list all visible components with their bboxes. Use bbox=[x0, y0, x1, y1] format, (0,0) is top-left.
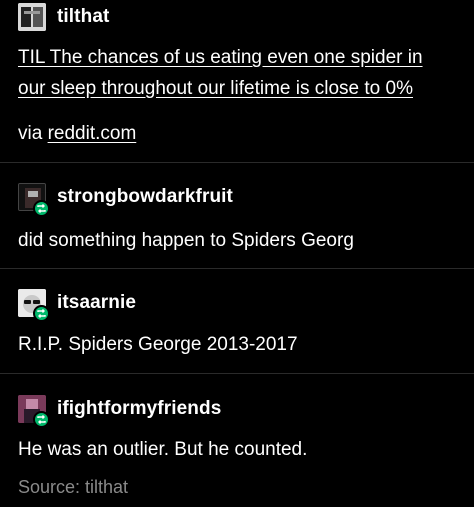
post-tilthat: tilthat TIL The chances of us eating eve… bbox=[0, 0, 474, 163]
via-link[interactable]: reddit.com bbox=[48, 123, 137, 144]
reblog-icon bbox=[33, 305, 50, 322]
post-itsaarnie: itsaarnie R.I.P. Spiders George 2013-201… bbox=[0, 269, 474, 374]
post-title-link[interactable]: TIL The chances of us eating even one sp… bbox=[18, 45, 462, 70]
title-line-2: our sleep throughout our lifetime is clo… bbox=[18, 78, 413, 99]
post-text: did something happen to Spiders Georg bbox=[18, 230, 354, 251]
via-line: via reddit.com bbox=[18, 121, 462, 146]
reblog-icon bbox=[33, 200, 50, 217]
title-line-1: TIL The chances of us eating even one sp… bbox=[18, 47, 423, 68]
avatar-tilthat[interactable] bbox=[18, 3, 46, 31]
username[interactable]: strongbowdarkfruit bbox=[57, 186, 233, 208]
post-text: R.I.P. Spiders George 2013-2017 bbox=[18, 334, 298, 355]
username[interactable]: tilthat bbox=[57, 6, 109, 28]
post-ifightformyfriends: ifightformyfriends He was an outlier. Bu… bbox=[0, 374, 474, 507]
username[interactable]: itsaarnie bbox=[57, 292, 136, 314]
post-strongbowdarkfruit: strongbowdarkfruit did something happen … bbox=[0, 163, 474, 269]
post-title-link-line2[interactable]: our sleep throughout our lifetime is clo… bbox=[18, 76, 462, 101]
reblog-icon bbox=[33, 411, 50, 428]
via-label: via bbox=[18, 123, 43, 144]
source-label[interactable]: Source: tilthat bbox=[18, 477, 128, 498]
post-text: He was an outlier. But he counted. bbox=[18, 439, 308, 460]
username[interactable]: ifightformyfriends bbox=[57, 398, 221, 420]
